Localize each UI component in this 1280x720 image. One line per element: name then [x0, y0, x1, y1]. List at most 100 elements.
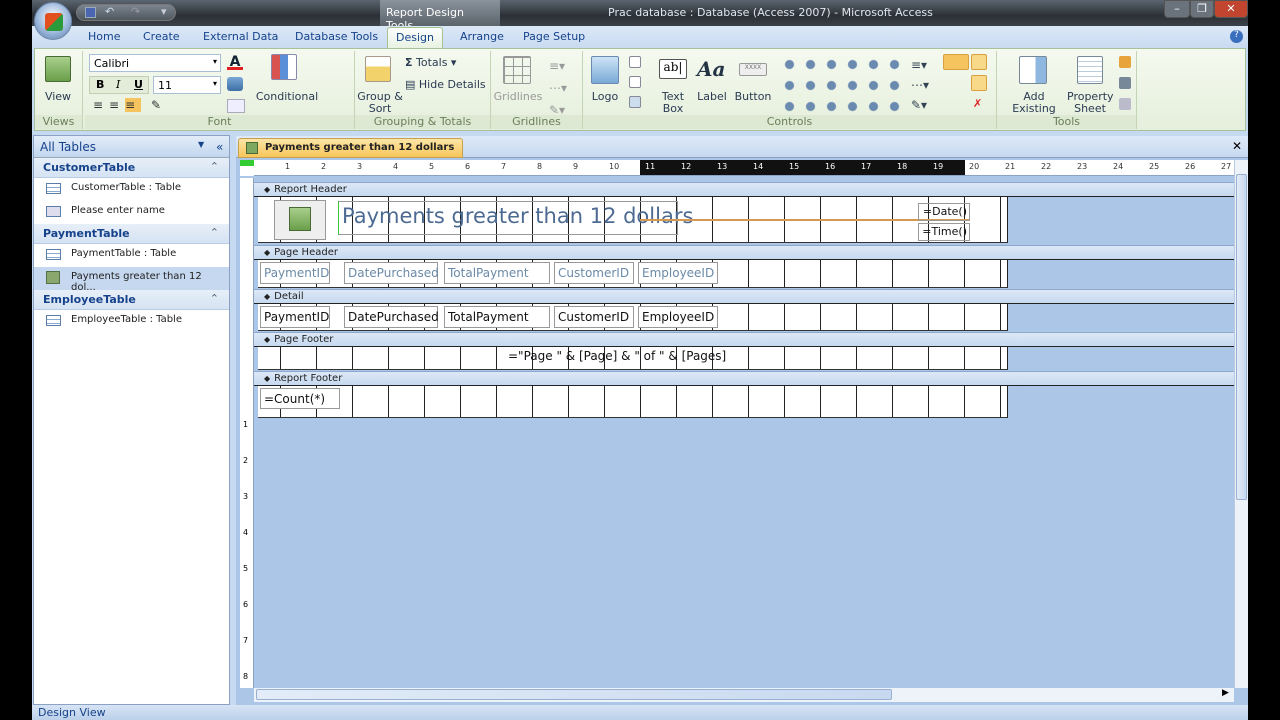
font-color-icon[interactable]: A — [227, 54, 243, 70]
conditional-button[interactable]: Conditional — [253, 91, 321, 103]
section-bar-report-footer[interactable]: Report Footer — [254, 371, 1235, 386]
nav-item-payments-report[interactable]: Payments greater than 12 dol... — [34, 267, 229, 293]
help-icon[interactable]: ? — [1230, 30, 1243, 43]
totals-button[interactable]: Σ Totals ▾ — [405, 57, 456, 69]
page-number-control[interactable]: ="Page " & [Page] & " of " & [Pages] — [506, 347, 726, 369]
tab-database-tools[interactable]: Database Tools — [295, 30, 378, 43]
tab-page-setup[interactable]: Page Setup — [523, 30, 585, 43]
logo-button[interactable]: Logo — [587, 91, 623, 103]
office-button[interactable] — [34, 2, 72, 40]
hide-details-button[interactable]: ▤ Hide Details — [405, 79, 486, 91]
control-gallery-icons[interactable] — [779, 54, 903, 114]
customize-qat-icon[interactable]: ▾ — [161, 5, 167, 18]
bold-button[interactable]: B — [96, 78, 104, 91]
document-tab[interactable]: Payments greater than 12 dollars — [238, 138, 464, 158]
insert-icon[interactable] — [629, 76, 641, 88]
activex-icon[interactable]: ✗ — [973, 97, 982, 110]
label-paymentid[interactable]: PaymentID — [260, 262, 330, 284]
view-code-icon[interactable] — [1119, 77, 1131, 89]
section-bar-report-header[interactable]: Report Header — [254, 182, 1235, 197]
tab-arrange[interactable]: Arrange — [460, 30, 504, 43]
font-size-select[interactable]: 11 ▾ — [153, 76, 221, 94]
report-header-section[interactable]: Payments greater than 12 dollars =Date()… — [258, 197, 1008, 243]
page-numbers-icon[interactable] — [629, 56, 641, 68]
page-footer-section[interactable]: ="Page " & [Page] & " of " & [Pages] — [258, 347, 1008, 370]
collapse-group-icon[interactable]: ⌃ — [210, 292, 219, 305]
ruler-tick-label: 20 — [969, 162, 980, 171]
gridlines-button[interactable]: Gridlines — [491, 91, 545, 103]
undo-icon[interactable]: ↶ — [105, 5, 114, 18]
nav-group-paymenttable[interactable]: PaymentTable ⌃ — [34, 224, 229, 244]
minimize-button[interactable]: – — [1164, 0, 1190, 18]
label-button[interactable]: Label — [695, 91, 729, 103]
underline-button[interactable]: U — [134, 78, 143, 91]
label-datepurchased[interactable]: DatePurchased — [344, 262, 439, 284]
button-control-button[interactable]: Button — [733, 91, 773, 103]
font-name-select[interactable]: Calibri ▾ — [89, 54, 221, 72]
section-bar-page-footer[interactable]: Page Footer — [254, 332, 1235, 347]
horizontal-ruler[interactable]: 1 2 3 4 5 6 7 8 9 10 11 12 13 14 15 16 17 18 19 20 21 22 23 24 2… — [254, 160, 1234, 176]
vertical-scrollbar[interactable] — [1234, 160, 1248, 688]
nav-group-employeetable[interactable]: EmployeeTable ⌃ — [34, 290, 229, 310]
tab-home[interactable]: Home — [88, 30, 120, 43]
alignment-buttons[interactable]: ≡≡≡ ✎ — [93, 98, 167, 112]
report-footer-section[interactable]: =Count(*) — [258, 386, 1008, 418]
section-bar-page-header[interactable]: Page Header — [254, 245, 1235, 260]
nav-item-please-enter-name[interactable]: Please enter name — [34, 201, 229, 224]
field-employeeid[interactable]: EmployeeID — [638, 306, 718, 328]
report-selector[interactable] — [240, 160, 254, 176]
date-time-icon[interactable] — [629, 96, 641, 108]
date-control[interactable]: =Date() — [918, 203, 970, 221]
horizontal-scrollbar[interactable]: ▶ — [254, 688, 1234, 702]
label-totalpayment[interactable]: TotalPayment — [444, 262, 550, 284]
close-document-icon[interactable]: ✕ — [1232, 139, 1242, 153]
collapse-group-icon[interactable]: ⌃ — [210, 160, 219, 173]
scroll-right-icon[interactable]: ▶ — [1222, 688, 1229, 698]
field-datepurchased[interactable]: DatePurchased — [344, 306, 439, 328]
section-bar-detail[interactable]: Detail — [254, 289, 1235, 304]
label-employeeid[interactable]: EmployeeID — [638, 262, 718, 284]
nav-item-customertable[interactable]: CustomerTable : Table — [34, 178, 229, 201]
field-customerid[interactable]: CustomerID — [554, 306, 634, 328]
group-sort-button[interactable]: Group & Sort — [357, 91, 403, 115]
horizontal-scroll-thumb[interactable] — [256, 689, 892, 700]
nav-group-customertable[interactable]: CustomerTable ⌃ — [34, 158, 229, 178]
subform-icon[interactable] — [1119, 56, 1131, 68]
italic-button[interactable]: I — [116, 78, 120, 91]
rectangle-tool-icon[interactable] — [943, 54, 969, 70]
vertical-scroll-thumb[interactable] — [1236, 174, 1247, 500]
line-style-icons[interactable]: ≡▾ ⋯▾ ✎▾ — [911, 55, 929, 115]
collapse-group-icon[interactable]: ⌃ — [210, 226, 219, 239]
nav-item-employeetable[interactable]: EmployeeTable : Table — [34, 310, 229, 333]
field-totalpayment[interactable]: TotalPayment — [444, 306, 550, 328]
report-title[interactable]: Payments greater than 12 dollars — [338, 201, 693, 235]
nav-menu-chevron-icon[interactable]: ▼ — [198, 140, 204, 149]
nav-pane-header[interactable]: All Tables ▼ « — [34, 136, 229, 158]
tab-external-data[interactable]: External Data — [203, 30, 278, 43]
fill-color-icon[interactable] — [227, 77, 243, 91]
detail-section[interactable]: PaymentID DatePurchased TotalPayment Custom… — [258, 304, 1008, 331]
save-icon[interactable] — [85, 7, 96, 18]
view-button[interactable]: View — [35, 91, 81, 103]
report-logo[interactable] — [274, 200, 326, 240]
label-customerid[interactable]: CustomerID — [554, 262, 634, 284]
vertical-ruler[interactable]: 1 2 3 4 5 6 7 8 — [240, 178, 254, 688]
convert-macros-icon[interactable] — [1119, 98, 1131, 110]
restore-button[interactable]: ❐ — [1190, 0, 1214, 18]
field-paymentid[interactable]: PaymentID — [260, 306, 330, 328]
redo-icon[interactable]: ↷ — [131, 5, 140, 18]
gridline-color-icon[interactable] — [227, 99, 245, 113]
close-window-button[interactable]: ✕ — [1214, 0, 1248, 18]
property-sheet-button[interactable]: Property Sheet — [1067, 91, 1114, 115]
nav-item-paymenttable[interactable]: PaymentTable : Table — [34, 244, 229, 267]
control-wizards-icon[interactable] — [971, 75, 987, 91]
select-pointer-icon[interactable] — [971, 54, 987, 70]
tab-design[interactable]: Design — [387, 27, 443, 48]
time-control[interactable]: =Time() — [918, 223, 970, 241]
count-control[interactable]: =Count(*) — [260, 388, 340, 409]
tab-create[interactable]: Create — [143, 30, 180, 43]
conditional-format-icon — [271, 54, 297, 80]
collapse-pane-icon[interactable]: « — [216, 140, 223, 154]
text-box-button[interactable]: Text Box — [655, 91, 691, 115]
page-header-section[interactable]: PaymentID DatePurchased TotalPayment Custom… — [258, 260, 1008, 288]
